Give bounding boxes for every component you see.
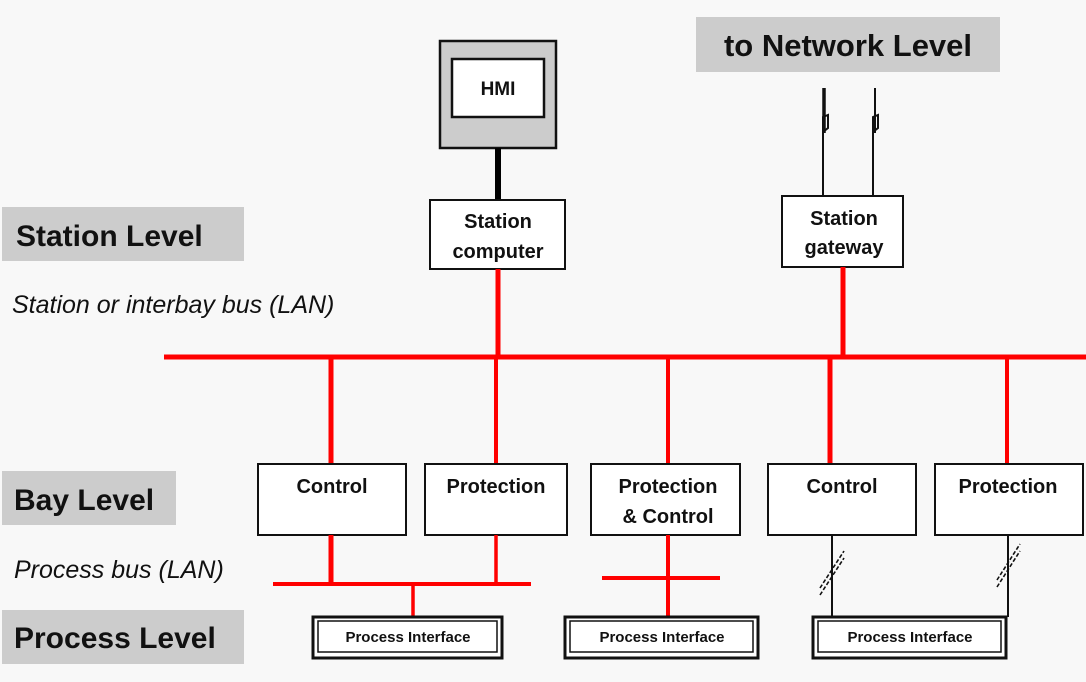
- bay-device-label: Control: [296, 476, 367, 498]
- process-interface-label: Process Interface: [599, 629, 724, 646]
- bay-device-5: Protection: [934, 463, 1084, 536]
- bay-device-2: Protection: [424, 463, 568, 536]
- station-gateway-box: Station gateway: [781, 195, 904, 268]
- network-link-2: [872, 88, 879, 195]
- process-bus-2: [602, 535, 720, 617]
- serial-link-1: [819, 535, 845, 617]
- station-bus-label: Station or interbay bus (LAN): [12, 291, 334, 319]
- network-level-label: to Network Level: [696, 17, 1000, 72]
- bay-device-frame: [767, 463, 917, 536]
- bay-device-label: Control: [806, 476, 877, 498]
- hmi-label: HMI: [481, 79, 516, 100]
- bay-device-4: Control: [767, 463, 917, 536]
- bay-device-label-line1: Protection: [619, 476, 718, 498]
- bay-device-frame: [424, 463, 568, 536]
- bay-device-label: Protection: [447, 476, 546, 498]
- process-interface-1: Process Interface: [311, 615, 504, 660]
- process-bus-label: Process bus (LAN): [14, 556, 224, 584]
- station-level-label: Station Level: [2, 207, 244, 261]
- station-level-text: Station Level: [16, 220, 203, 253]
- bay-device-frame: [257, 463, 407, 536]
- bay-device-frame: [934, 463, 1084, 536]
- process-interface-label: Process Interface: [345, 629, 470, 646]
- network-link-1: [822, 88, 829, 195]
- network-level-text: to Network Level: [724, 28, 972, 63]
- process-bus-1: [273, 535, 531, 617]
- station-gateway-line2: gateway: [805, 237, 885, 259]
- process-interface-label: Process Interface: [847, 629, 972, 646]
- bay-device-1: Control: [257, 463, 407, 536]
- station-computer-line2: computer: [452, 241, 543, 263]
- process-level-text: Process Level: [14, 622, 216, 655]
- bay-device-label-line2: & Control: [622, 506, 713, 528]
- station-gateway-line1: Station: [810, 208, 878, 230]
- diagram-canvas: to Network Level Station Level Station o…: [2, 17, 1086, 664]
- serial-link-2: [996, 535, 1021, 617]
- process-level-label: Process Level: [2, 610, 244, 664]
- process-interface-2: Process Interface: [563, 615, 760, 660]
- bay-device-3: Protection & Control: [590, 463, 741, 536]
- bay-level-text: Bay Level: [14, 484, 154, 517]
- process-interface-3: Process Interface: [811, 615, 1008, 660]
- bay-level-label: Bay Level: [2, 471, 176, 525]
- station-computer-line1: Station: [464, 211, 532, 233]
- substation-automation-diagram: to Network Level Station Level Station o…: [0, 0, 1086, 682]
- bay-device-label: Protection: [959, 476, 1058, 498]
- station-computer-box: Station computer: [429, 199, 566, 270]
- hmi-monitor: HMI: [438, 39, 558, 150]
